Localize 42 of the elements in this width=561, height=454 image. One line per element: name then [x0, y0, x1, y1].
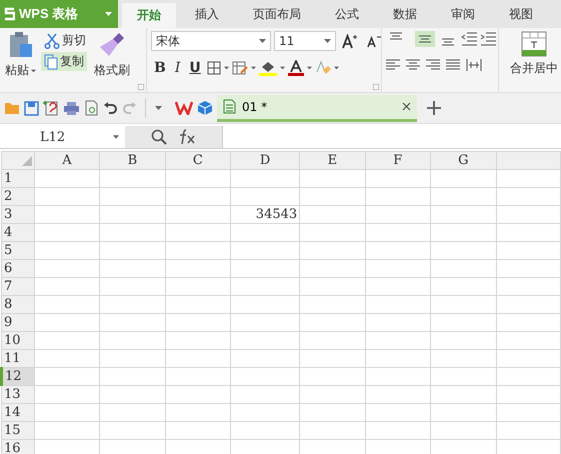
column-header[interactable]: B [100, 152, 166, 170]
row-header[interactable]: 16 [2, 440, 34, 454]
copy-button[interactable]: 复制 [41, 52, 87, 71]
column-header[interactable]: E [300, 152, 366, 170]
row-header[interactable]: 9 [2, 314, 34, 332]
row-header[interactable]: 8 [2, 296, 34, 314]
merge-center-button[interactable]: 合并居中 [507, 59, 561, 78]
row-header[interactable]: 13 [2, 386, 34, 404]
column-header[interactable]: C [165, 152, 231, 170]
row-header[interactable]: 10 [2, 332, 34, 350]
ribbon-tab[interactable]: 视图 [494, 0, 548, 28]
row-header[interactable]: 4 [2, 224, 34, 242]
column-header[interactable]: F [365, 152, 430, 170]
font-name-field[interactable]: 宋体 [151, 31, 271, 51]
column-header[interactable]: A [34, 152, 100, 170]
cut-button[interactable]: 剪切 [41, 31, 89, 50]
ribbon-tab[interactable]: 开始 [122, 3, 176, 28]
ribbon-tab[interactable]: 插入 [180, 0, 234, 28]
row-header[interactable]: 14 [2, 404, 34, 422]
ribbon-tab[interactable]: 页面布局 [238, 0, 316, 28]
document-tab[interactable]: 01 * [217, 94, 417, 122]
underline-button[interactable]: U [186, 59, 204, 77]
row-header[interactable]: 12 [2, 368, 34, 386]
row-header[interactable]: 1 [2, 170, 34, 188]
ribbon-tab[interactable]: 审阅 [436, 0, 490, 28]
row-header[interactable]: 11 [2, 350, 34, 368]
column-header[interactable]: G [430, 152, 496, 170]
row-header[interactable]: 2 [2, 188, 34, 206]
paste-button[interactable]: 粘贴 [2, 61, 39, 80]
row-header[interactable]: 5 [2, 242, 34, 260]
row-header[interactable]: 6 [2, 260, 34, 278]
column-header[interactable]: D [230, 152, 300, 170]
ribbon-tab[interactable]: 公式 [320, 0, 374, 28]
italic-button[interactable]: I [172, 59, 184, 77]
ribbon-tab[interactable]: 数据 [378, 0, 432, 28]
format-painter-button[interactable]: 格式刷 [91, 61, 133, 80]
row-header[interactable]: 7 [2, 278, 34, 296]
bold-button[interactable]: B [151, 59, 169, 77]
font-size-field[interactable]: 11 [274, 31, 336, 51]
row-header[interactable]: 15 [2, 422, 34, 440]
row-header[interactable]: 3 [2, 206, 34, 224]
cell[interactable]: 34543 [230, 206, 300, 224]
